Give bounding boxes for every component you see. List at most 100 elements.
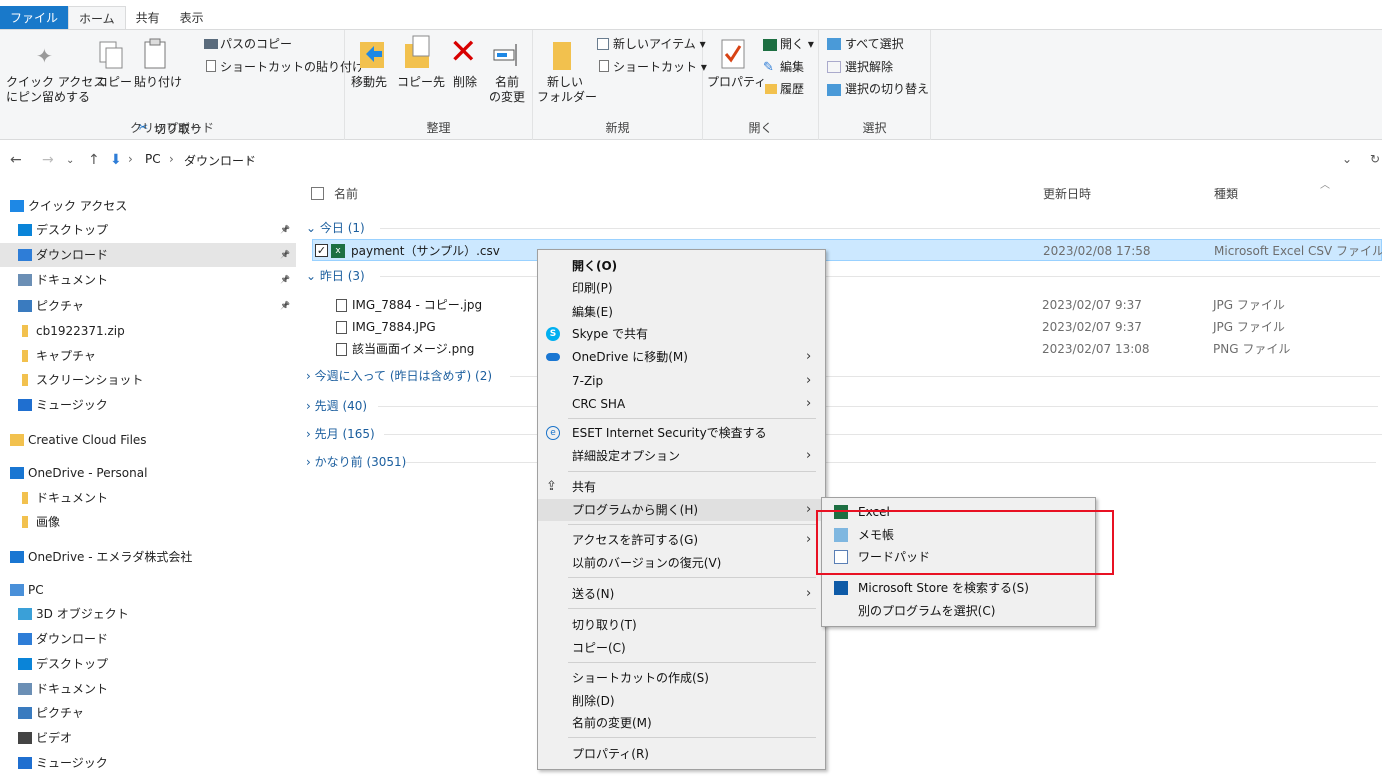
nav-item[interactable]: スクリーンショット — [0, 368, 296, 392]
menu-item-restore[interactable]: 以前のバージョンの復元(V) — [538, 552, 825, 574]
nav-item[interactable]: 画像 — [0, 510, 296, 534]
nav-item[interactable]: PC — [0, 578, 296, 602]
nav-item[interactable]: デスクトップ — [0, 652, 296, 676]
edit-button[interactable]: 編集 — [780, 60, 804, 75]
group-last-month[interactable]: › 先月 (165) — [306, 424, 375, 444]
nav-item[interactable]: ドキュメント — [0, 486, 296, 510]
nav-item[interactable]: クイック アクセス — [0, 194, 296, 218]
nav-item[interactable]: Creative Cloud Files — [0, 428, 296, 452]
pin-icon[interactable]: 📌 — [280, 294, 290, 318]
nav-item[interactable]: cb1922371.zip — [0, 319, 296, 343]
submenu-item-choose-program[interactable]: 別のプログラムを選択(C) — [822, 600, 1095, 622]
new-folder-button[interactable]: 新しい フォルダー — [537, 75, 597, 105]
nav-item[interactable]: OneDrive - Personal — [0, 461, 296, 485]
menu-item-cut[interactable]: 切り取り(T) — [538, 614, 825, 636]
menu-item-advanced[interactable]: 詳細設定オプション › — [538, 445, 825, 467]
group-this-week-label: 今週に入って (昨日は含めず) (2) — [314, 369, 493, 383]
group-yesterday[interactable]: ⌄ 昨日 (3) — [306, 266, 365, 286]
back-arrow-icon[interactable]: ← — [10, 152, 22, 168]
nav-item[interactable]: ミュージック — [0, 751, 296, 775]
tab-file[interactable]: ファイル — [0, 6, 69, 30]
file-row[interactable]: IMG_7884 - コピー.jpg 2023/02/07 9:37 JPG フ… — [312, 294, 1382, 316]
menu-item-share[interactable]: ⇪ 共有 — [538, 476, 825, 498]
nav-item[interactable]: ダウンロード 📌 — [0, 243, 296, 267]
move-to-button[interactable]: 移動先 — [351, 75, 387, 90]
file-row[interactable]: 該当画面イメージ.png 2023/02/07 13:08 PNG ファイル — [312, 338, 1382, 360]
pin-icon[interactable]: 📌 — [280, 218, 290, 242]
select-none-button[interactable]: 選択解除 — [845, 60, 893, 75]
excel-file-icon: x — [331, 244, 345, 258]
file-row[interactable]: ✓ x payment（サンプル）.csv 2023/02/08 17:58 M… — [312, 239, 1382, 261]
open-button[interactable]: 開く ▾ — [780, 37, 814, 52]
menu-item-edit[interactable]: 編集(E) — [538, 301, 825, 323]
nav-item[interactable]: ミュージック — [0, 393, 296, 417]
properties-button[interactable]: プロパティ — [707, 75, 766, 90]
copy-path-button[interactable]: パスのコピー — [220, 37, 292, 52]
paste-shortcut-button[interactable]: ショートカットの貼り付け — [220, 60, 364, 75]
nav-item[interactable]: ダウンロード — [0, 627, 296, 651]
paste-button[interactable]: 貼り付け — [134, 75, 182, 90]
recent-locations-chevron-icon[interactable]: ⌄ — [66, 155, 74, 166]
column-header-name[interactable]: 名前 — [334, 182, 358, 206]
group-today[interactable]: ⌄ 今日 (1) — [306, 218, 365, 238]
menu-item-send-to[interactable]: 送る(N) › — [538, 583, 825, 605]
menu-item-open[interactable]: 開く(O) — [538, 255, 825, 277]
menu-item-print[interactable]: 印刷(P) — [538, 277, 825, 299]
new-item-button[interactable]: 新しいアイテム ▾ — [613, 37, 706, 52]
nav-item[interactable]: OneDrive - エメラダ株式会社 — [0, 545, 296, 569]
address-dropdown-icon[interactable]: ⌄ — [1342, 152, 1352, 166]
menu-item-crc-sha[interactable]: CRC SHA › — [538, 393, 825, 415]
nav-item[interactable]: ドキュメント 📌 — [0, 268, 296, 292]
menu-item-eset[interactable]: e ESET Internet Securityで検査する — [538, 422, 825, 444]
menu-item-copy[interactable]: コピー(C) — [538, 637, 825, 659]
tab-view[interactable]: 表示 — [170, 6, 214, 30]
column-header-type[interactable]: 種類 — [1214, 182, 1238, 206]
group-last-week[interactable]: › 先週 (40) — [306, 396, 367, 416]
pin-to-quick-access-button[interactable]: クイック アクセス にピン留めする — [6, 75, 105, 105]
menu-item-create-shortcut[interactable]: ショートカットの作成(S) — [538, 667, 825, 689]
tab-home[interactable]: ホーム — [68, 6, 126, 30]
menu-item-onedrive[interactable]: OneDrive に移動(M) › — [538, 346, 825, 368]
nav-item-label: ビデオ — [36, 731, 73, 745]
menu-item-delete[interactable]: 削除(D) — [538, 690, 825, 712]
nav-item[interactable]: デスクトップ 📌 — [0, 218, 296, 242]
nav-item[interactable]: ビデオ — [0, 726, 296, 750]
delete-button[interactable]: 削除 — [453, 75, 477, 90]
menu-item-open-with[interactable]: プログラムから開く(H) › — [538, 499, 825, 521]
group-this-week[interactable]: › 今週に入って (昨日は含めず) (2) — [306, 366, 492, 386]
pin-icon[interactable]: 📌 — [280, 268, 290, 292]
tab-share[interactable]: 共有 — [126, 6, 170, 30]
menu-item-properties[interactable]: プロパティ(R) — [538, 743, 825, 765]
pin-icon[interactable]: 📌 — [280, 243, 290, 267]
submenu-item-store[interactable]: Microsoft Store を検索する(S) — [822, 577, 1095, 599]
breadcrumb-pc[interactable]: PC — [145, 152, 161, 166]
breadcrumb-downloads[interactable]: ダウンロード — [184, 152, 256, 169]
pictures-icon — [18, 300, 32, 312]
row-checkbox[interactable]: ✓ — [315, 244, 328, 257]
download-icon — [18, 633, 32, 645]
nav-item[interactable]: ピクチャ — [0, 701, 296, 725]
column-header-modified[interactable]: 更新日時 — [1043, 182, 1091, 206]
select-all-button[interactable]: すべて選択 — [845, 37, 904, 52]
nav-item[interactable]: 3D オブジェクト — [0, 602, 296, 626]
menu-item-give-access[interactable]: アクセスを許可する(G) › — [538, 529, 825, 551]
forward-arrow-icon[interactable]: → — [42, 152, 54, 168]
menu-item-7zip[interactable]: 7-Zip › — [538, 370, 825, 392]
shortcut-button[interactable]: ショートカット ▾ — [613, 60, 707, 75]
nav-item[interactable]: キャプチャ — [0, 344, 296, 368]
file-row[interactable]: IMG_7884.JPG 2023/02/07 9:37 JPG ファイル — [312, 316, 1382, 338]
refresh-icon[interactable]: ↻ — [1370, 152, 1380, 166]
copy-button[interactable]: コピー — [96, 75, 132, 90]
invert-selection-button[interactable]: 選択の切り替え — [845, 82, 929, 97]
history-button[interactable]: 履歴 — [780, 82, 804, 97]
nav-item[interactable]: ピクチャ 📌 — [0, 294, 296, 318]
menu-item-skype[interactable]: S Skype で共有 — [538, 323, 825, 345]
rename-button[interactable]: 名前 の変更 — [485, 75, 529, 105]
nav-item[interactable]: ドキュメント — [0, 677, 296, 701]
up-arrow-icon[interactable]: ↑ — [88, 152, 100, 168]
copy-to-button[interactable]: コピー先 — [397, 75, 445, 90]
menu-item-rename[interactable]: 名前の変更(M) — [538, 712, 825, 734]
group-long-ago[interactable]: › かなり前 (3051) — [306, 452, 406, 472]
select-all-checkbox[interactable] — [311, 187, 324, 200]
eset-icon: e — [546, 426, 560, 440]
